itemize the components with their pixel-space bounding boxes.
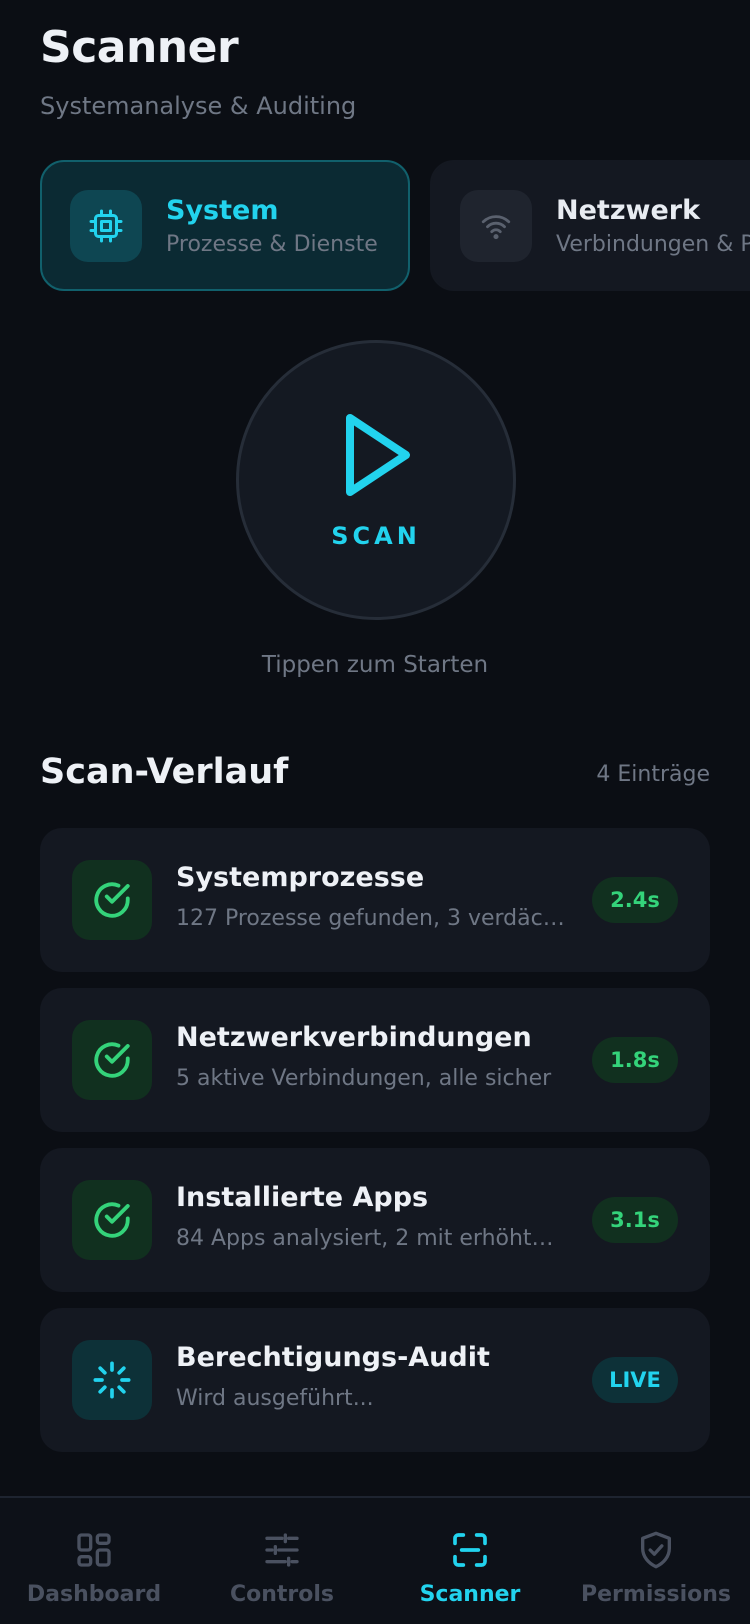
scan-icon [376,1530,564,1570]
history-item[interactable]: Installierte Apps 84 Apps analysiert, 2 … [40,1148,710,1292]
nav-item-scanner[interactable]: Scanner [376,1530,564,1607]
play-icon [336,410,416,504]
duration-badge: 2.4s [592,877,678,923]
history-item-title: Installierte Apps [176,1182,429,1213]
shield-check-icon [562,1530,750,1570]
history-item-description: 5 aktive Verbindungen, alle sicher [176,1066,552,1091]
nav-label: Controls [229,1582,335,1607]
live-badge: LIVE [592,1357,678,1403]
duration-badge: 3.1s [592,1197,678,1243]
scan-button[interactable]: SCAN [236,340,516,620]
history-title: Scan-Verlauf [40,752,289,792]
nav-item-dashboard[interactable]: Dashboard [0,1530,188,1607]
history-item-title: Systemprozesse [176,862,425,893]
history-item-title: Netzwerkverbindungen [176,1022,532,1053]
history-item-description: Wird ausgeführt... [176,1386,374,1411]
nav-item-controls[interactable]: Controls [188,1530,376,1607]
bottom-nav: Dashboard Controls Scanner Permissions [0,1496,750,1624]
nav-label: Scanner [419,1582,521,1607]
page-title: Scanner [40,22,239,73]
cpu-icon [70,189,142,262]
loader-icon [72,1340,152,1420]
history-item-description: 127 Prozesse gefunden, 3 verdächtig [176,906,566,931]
mode-name: Netzwerk [556,194,701,226]
mode-description: Verbindungen & Ports [556,231,750,257]
nav-label: Dashboard [26,1582,162,1607]
scan-label: SCAN [331,522,421,550]
nav-label: Permissions [581,1582,731,1607]
history-item-description: 84 Apps analysiert, 2 mit erhöhten Recht… [176,1226,566,1251]
history-item[interactable]: Berechtigungs-Audit Wird ausgeführt... L… [40,1308,710,1452]
sliders-icon [188,1530,376,1570]
mode-description: Prozesse & Dienste [166,231,378,257]
history-item[interactable]: Systemprozesse 127 Prozesse gefunden, 3 … [40,828,710,972]
mode-card-network[interactable]: Netzwerk Verbindungen & Ports [430,160,750,291]
wifi-icon [460,189,532,262]
mode-card-system[interactable]: System Prozesse & Dienste [40,160,410,291]
check-circle-icon [72,860,152,940]
grid-icon [0,1530,188,1570]
nav-item-permissions[interactable]: Permissions [562,1530,750,1607]
duration-badge: 1.8s [592,1037,678,1083]
scanner-screen: Scanner Systemanalyse & Auditing System … [0,0,750,1624]
page-subtitle: Systemanalyse & Auditing [40,92,357,120]
check-circle-icon [72,1020,152,1100]
scan-hint: Tippen zum Starten [261,652,489,678]
check-circle-icon [72,1180,152,1260]
mode-name: System [166,194,279,226]
history-count: 4 Einträge [596,762,710,787]
history-item[interactable]: Netzwerkverbindungen 5 aktive Verbindung… [40,988,710,1132]
history-item-title: Berechtigungs-Audit [176,1342,490,1373]
